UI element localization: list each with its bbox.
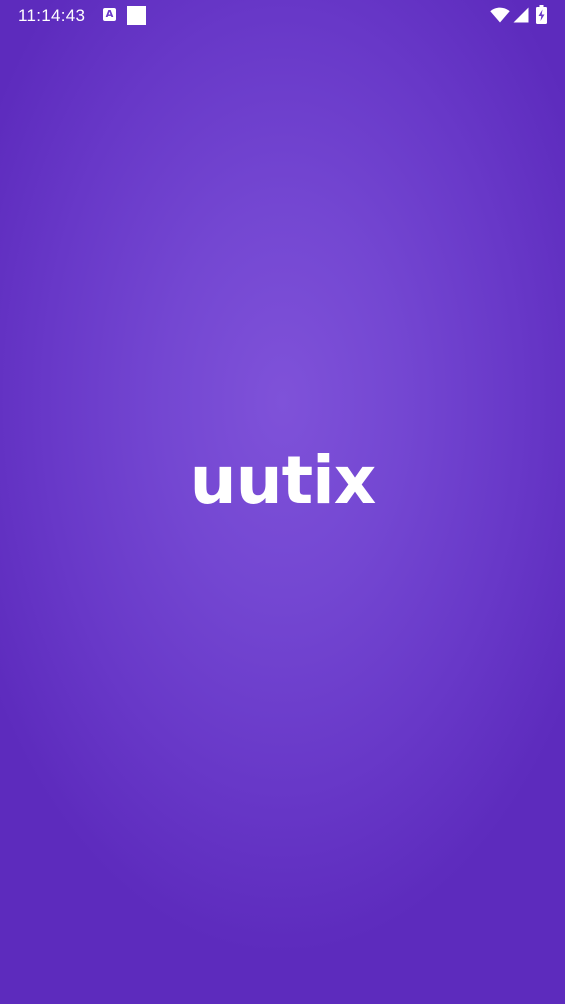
wifi-icon — [490, 7, 510, 23]
status-time: 11:14:43 — [18, 6, 86, 25]
battery-charging-icon — [536, 5, 547, 24]
cell-signal-icon — [513, 7, 529, 23]
app-logo: uutix — [189, 442, 377, 519]
square-notification-icon — [127, 6, 146, 25]
a-notification-letter: A — [105, 8, 114, 20]
a-notification-icon: A — [103, 8, 116, 21]
status-bar: 11:14:43 A — [0, 0, 565, 32]
